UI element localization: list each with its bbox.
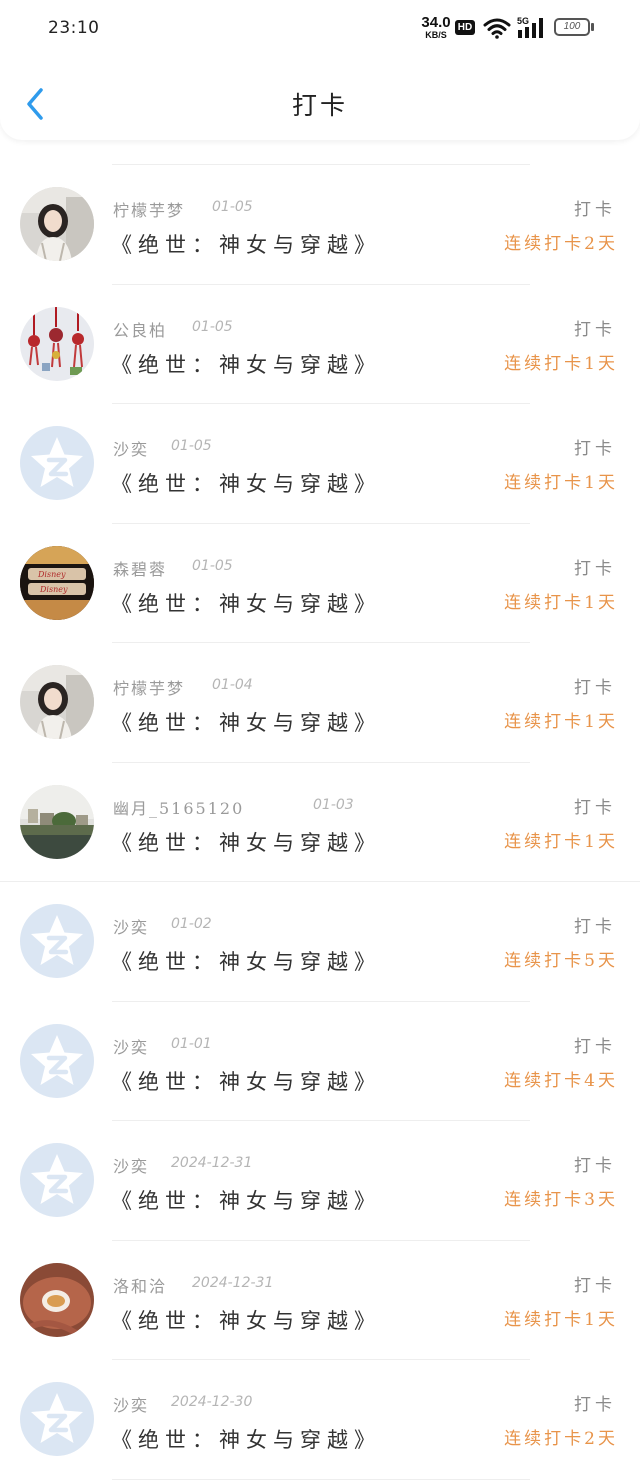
username[interactable]: 沙奕 xyxy=(113,1034,149,1058)
streak-label: 连续打卡3天 xyxy=(504,1190,618,1210)
checkin-action-label: 打卡 xyxy=(574,558,616,579)
checkin-date: 01-03 xyxy=(313,796,354,813)
girl-photo-avatar[interactable] xyxy=(20,187,94,261)
checkin-list-item[interactable]: 沙奕 01-05 《绝世：神女与穿越》 打卡连续打卡1天 xyxy=(0,404,640,524)
book-title[interactable]: 《绝世：神女与穿越》 xyxy=(111,229,381,259)
checkin-list: 柠檬芋梦 01-05 《绝世：神女与穿越》 打卡 连续打卡2天 公良柏 01-05 《绝世：… xyxy=(0,140,640,1480)
default-star-avatar[interactable] xyxy=(20,426,94,500)
streak-label: 连续打卡1天 xyxy=(504,473,618,493)
network-speed-unit: KB/S xyxy=(425,30,447,40)
checkin-date: 01-02 xyxy=(171,916,212,932)
battery-level: 100 xyxy=(554,18,590,36)
checkin-action-label: 打卡 xyxy=(574,1275,616,1296)
checkin-action-label: 打卡 xyxy=(574,1395,616,1415)
checkin-action-label: 打卡 xyxy=(574,917,616,937)
checkin-list-item[interactable]: 幽月_5165120 01-03 《绝世：神女与穿越》 打卡连续打卡1天 xyxy=(0,763,640,882)
checkin-action-label: 打卡 xyxy=(574,678,616,698)
streak-label: 连续打卡2天 xyxy=(504,234,618,254)
checkin-date: 01-05 xyxy=(212,199,253,215)
book-title[interactable]: 《绝世：神女与穿越》 xyxy=(111,1066,381,1096)
checkin-date: 2024-12-31 xyxy=(192,1274,274,1291)
network-speed: 34.0 KB/S xyxy=(419,15,453,40)
book-title[interactable]: 《绝世：神女与穿越》 xyxy=(111,707,381,737)
streak-label: 连续打卡1天 xyxy=(504,831,618,852)
username[interactable]: 森碧蓉 xyxy=(113,556,167,580)
checkin-date: 2024-12-31 xyxy=(171,1155,253,1171)
battery-cap xyxy=(591,23,594,31)
default-star-avatar[interactable] xyxy=(20,1143,94,1217)
username[interactable]: 沙奕 xyxy=(113,1392,149,1416)
girl-photo-avatar[interactable] xyxy=(20,665,94,739)
book-title[interactable]: 《绝世：神女与穿越》 xyxy=(111,1185,381,1215)
battery-icon: 100 xyxy=(554,18,596,38)
streak-label: 连续打卡1天 xyxy=(504,353,618,374)
username[interactable]: 幽月_5165120 xyxy=(113,795,244,819)
checkin-date: 01-05 xyxy=(192,557,233,574)
page-title: 打卡 xyxy=(291,91,348,120)
book-title[interactable]: 《绝世：神女与穿越》 xyxy=(111,946,381,976)
streak-label: 连续打卡5天 xyxy=(504,951,618,971)
landscape-avatar[interactable] xyxy=(20,784,94,859)
username[interactable]: 柠檬芋梦 xyxy=(113,197,185,221)
wifi-icon xyxy=(483,18,511,39)
checkin-list-item[interactable]: 沙奕 01-01 《绝世：神女与穿越》 打卡连续打卡4天 xyxy=(0,1002,640,1121)
disney-sign-avatar[interactable]: Disney Disney xyxy=(20,545,94,620)
checkin-list-item[interactable]: 公良柏 01-05 《绝世：神女与穿越》 打卡连续打卡1天 xyxy=(0,285,640,404)
app-header: 23:10 34.0 KB/S HD 5G 100 打卡 xyxy=(0,0,640,140)
streak-label: 连续打卡1天 xyxy=(504,592,618,613)
book-title[interactable]: 《绝世：神女与穿越》 xyxy=(111,827,381,857)
checkin-list-item[interactable]: 柠檬芋梦 01-05 《绝世：神女与穿越》 打卡连续打卡2天 xyxy=(0,165,640,285)
svg-text:Disney: Disney xyxy=(39,585,68,594)
checkin-date: 2024-12-30 xyxy=(171,1394,253,1410)
checkin-list-item[interactable]: 柠檬芋梦 01-04 《绝世：神女与穿越》 打卡连续打卡1天 xyxy=(0,643,640,763)
book-title[interactable]: 《绝世：神女与穿越》 xyxy=(111,349,381,379)
streak-label: 连续打卡1天 xyxy=(504,712,618,732)
username[interactable]: 洛和洽 xyxy=(113,1273,167,1297)
checkin-date: 01-05 xyxy=(192,318,233,335)
username[interactable]: 沙奕 xyxy=(113,914,149,938)
checkin-date: 01-01 xyxy=(171,1035,212,1052)
username[interactable]: 柠檬芋梦 xyxy=(113,675,185,699)
checkin-date: 01-05 xyxy=(171,438,212,454)
list-item-partial xyxy=(0,140,640,165)
checkin-action-label: 打卡 xyxy=(574,797,616,818)
checkin-action-label: 打卡 xyxy=(574,1156,616,1176)
default-star-avatar[interactable] xyxy=(20,904,94,978)
checkin-action-label: 打卡 xyxy=(574,319,616,340)
streak-label: 连续打卡1天 xyxy=(504,1309,618,1330)
book-title[interactable]: 《绝世：神女与穿越》 xyxy=(111,588,381,618)
streak-label: 连续打卡4天 xyxy=(504,1070,618,1091)
checkin-action-label: 打卡 xyxy=(574,1036,616,1057)
network-speed-value: 34.0 xyxy=(421,14,451,31)
default-star-avatar[interactable] xyxy=(20,1023,94,1098)
checkin-action-label: 打卡 xyxy=(574,439,616,459)
username[interactable]: 沙奕 xyxy=(113,1153,149,1177)
username[interactable]: 沙奕 xyxy=(113,436,149,460)
hd-badge: HD xyxy=(455,20,475,35)
book-title[interactable]: 《绝世：神女与穿越》 xyxy=(111,468,381,498)
username[interactable]: 公良柏 xyxy=(113,317,167,341)
book-title[interactable]: 《绝世：神女与穿越》 xyxy=(111,1424,381,1454)
checkin-list-item[interactable]: Disney Disney 森碧蓉 01-05 《绝世：神女与穿越》 打卡连续打卡1天 xyxy=(0,524,640,643)
svg-text:Disney: Disney xyxy=(37,570,66,579)
book-title[interactable]: 《绝世：神女与穿越》 xyxy=(111,1305,381,1335)
status-bar: 23:10 34.0 KB/S HD 5G 100 xyxy=(0,0,640,56)
status-time: 23:10 xyxy=(48,18,100,38)
streak-label: 连续打卡2天 xyxy=(504,1429,618,1449)
checkin-list-item[interactable]: 沙奕 2024-12-30 《绝世：神女与穿越》 打卡连续打卡2天 xyxy=(0,1360,640,1480)
default-star-avatar[interactable] xyxy=(20,1382,94,1456)
checkin-list-item[interactable]: 沙奕 01-02 《绝世：神女与穿越》 打卡连续打卡5天 xyxy=(0,882,640,1002)
checkin-date: 01-04 xyxy=(212,677,253,693)
checkin-action-label: 打卡 xyxy=(574,200,616,220)
divider xyxy=(112,1478,530,1480)
chinese-knot-avatar[interactable] xyxy=(20,306,94,381)
checkin-list-item[interactable]: 沙奕 2024-12-31 《绝世：神女与穿越》 打卡连续打卡3天 xyxy=(0,1121,640,1241)
checkin-list-item[interactable]: 洛和洽 2024-12-31 《绝世：神女与穿越》 打卡连续打卡1天 xyxy=(0,1241,640,1360)
tea-cup-avatar[interactable] xyxy=(20,1262,94,1337)
network-type-label: 5G xyxy=(517,16,529,26)
cellular-signal-icon: 5G xyxy=(517,16,543,38)
